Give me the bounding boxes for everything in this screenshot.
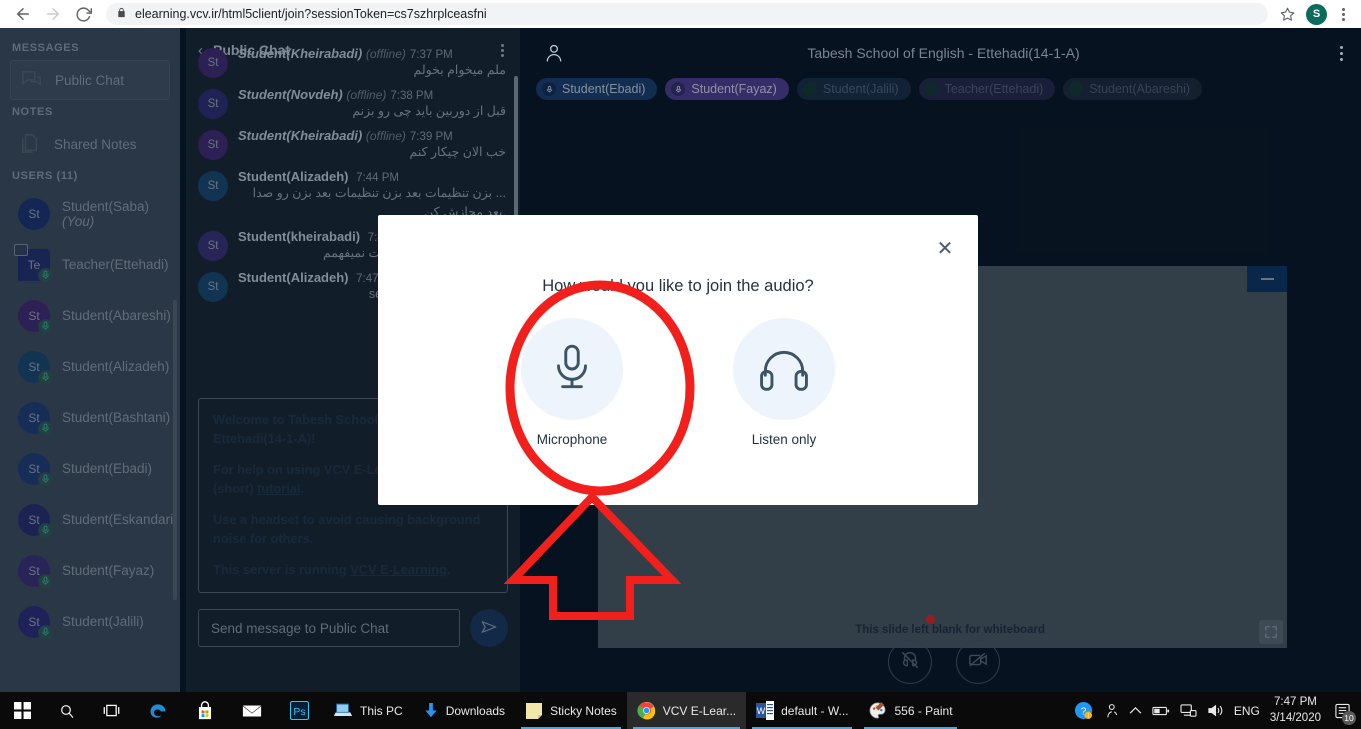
notification-icon[interactable]: 10 <box>1331 700 1356 725</box>
reload-icon[interactable] <box>68 0 98 28</box>
microphone-icon <box>521 318 623 420</box>
browser-menu-icon[interactable] <box>1333 7 1353 21</box>
headphones-icon <box>733 318 835 420</box>
join-listen-only-button[interactable]: Listen only <box>706 318 862 447</box>
taskbar-item-vcv-elearning[interactable]: VCV E-Lear... <box>626 692 747 729</box>
microphone-label: Microphone <box>536 432 608 447</box>
taskbar-label-this-pc: This PC <box>360 703 403 718</box>
taskbar-label-paint: 556 - Paint <box>894 703 953 718</box>
svg-text:!: ! <box>1087 713 1089 720</box>
meeting-options-icon[interactable] <box>1340 45 1343 61</box>
audio-choices: Microphone Listen only <box>378 318 978 447</box>
search-icon[interactable] <box>45 692 89 729</box>
screen-root: elearning.vcv.ir/html5client/join?sessio… <box>0 0 1361 729</box>
clock-time: 7:47 PM <box>1274 695 1317 708</box>
taskbar-label-vcv: VCV E-Lear... <box>662 703 737 718</box>
lock-icon <box>116 6 127 22</box>
help-circle-icon[interactable]: ?! <box>1074 701 1093 720</box>
audio-join-modal: ✕ How would you like to join the audio? … <box>378 215 978 505</box>
clock[interactable]: 7:47 PM 3/14/2020 <box>1270 695 1321 726</box>
task-view-icon[interactable] <box>89 692 134 729</box>
taskbar-item-word[interactable]: W default - W... <box>746 692 858 729</box>
clock-date: 3/14/2020 <box>1269 711 1321 724</box>
taskbar-label-sticky-notes: Sticky Notes <box>550 703 617 718</box>
volume-icon[interactable] <box>1207 703 1224 718</box>
taskbar-label-downloads: Downloads <box>445 703 506 718</box>
listen-only-label: Listen only <box>751 432 817 447</box>
microsoft-store-icon[interactable] <box>182 692 228 729</box>
windows-taskbar: Ps This PC Downloads Sticky Notes VCV E-… <box>0 692 1361 729</box>
people-icon[interactable] <box>1103 703 1119 719</box>
forward-arrow-icon[interactable] <box>38 0 68 28</box>
chevron-up-icon[interactable] <box>1129 706 1142 715</box>
taskbar-label-word: default - W... <box>781 703 849 718</box>
address-bar[interactable]: elearning.vcv.ir/html5client/join?sessio… <box>106 3 1268 25</box>
profile-avatar[interactable]: S <box>1306 3 1327 25</box>
modal-title: How would you like to join the audio? <box>542 277 814 295</box>
star-icon[interactable] <box>1274 1 1300 27</box>
notification-count: 10 <box>1342 710 1356 725</box>
browser-toolbar: elearning.vcv.ir/html5client/join?sessio… <box>0 0 1361 28</box>
taskbar-item-sticky-notes[interactable]: Sticky Notes <box>515 692 627 729</box>
url-text: elearning.vcv.ir/html5client/join?sessio… <box>135 7 487 21</box>
battery-icon[interactable] <box>1152 705 1170 717</box>
person-icon[interactable] <box>544 42 566 64</box>
network-icon[interactable] <box>1180 703 1197 718</box>
system-tray: ?! ENG 7:47 PM 3/14/2020 10 <box>1074 695 1361 726</box>
back-arrow-icon[interactable] <box>8 0 38 28</box>
mail-icon[interactable] <box>228 692 276 729</box>
edge-icon[interactable] <box>134 692 182 729</box>
taskbar-item-this-pc[interactable]: This PC <box>323 692 413 729</box>
bigbluebutton-app: MESSAGES Public Chat NOTES Shared Notes … <box>0 28 1361 692</box>
taskbar-item-paint[interactable]: 556 - Paint <box>858 692 962 729</box>
close-icon[interactable]: ✕ <box>932 235 958 261</box>
windows-start-icon[interactable] <box>0 692 45 729</box>
join-microphone-button[interactable]: Microphone <box>494 318 650 447</box>
taskbar-item-downloads[interactable]: Downloads <box>413 692 515 729</box>
photoshop-icon[interactable]: Ps <box>276 692 323 729</box>
svg-text:W: W <box>757 706 766 716</box>
svg-text:Ps: Ps <box>293 707 305 718</box>
language-indicator[interactable]: ENG <box>1234 704 1260 718</box>
